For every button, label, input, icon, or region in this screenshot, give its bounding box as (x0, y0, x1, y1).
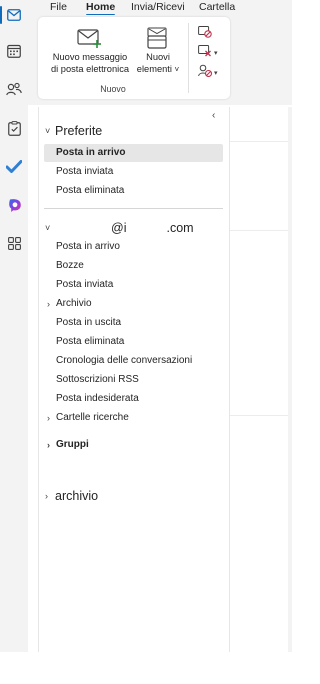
folder-label: Cronologia delle conversazioni (56, 355, 193, 366)
archive-account-header[interactable]: › archivio (45, 489, 98, 503)
new-email-label-1: Nuovo messaggio (52, 52, 128, 62)
new-items-button[interactable]: Nuovi elementi ˅ (136, 23, 180, 76)
new-email-label-2: di posta elettronica (50, 64, 130, 74)
junk-button[interactable]: ▾ (198, 64, 218, 82)
chevron-down-icon: ˅ (45, 223, 51, 233)
folder-label: Archivio (56, 298, 92, 309)
ribbon-group-new-label: Nuovo (100, 84, 126, 94)
new-items-icon (136, 23, 180, 49)
todo-icon[interactable] (0, 153, 28, 179)
ribbon-separator (188, 23, 189, 93)
apps-icon[interactable] (0, 230, 28, 256)
new-mail-icon (48, 23, 132, 49)
groups-label: Gruppi (56, 439, 89, 450)
chevron-right-icon[interactable]: › (47, 295, 50, 313)
junk-icon (198, 64, 213, 82)
folder-label: Posta eliminata (56, 336, 125, 347)
ignore-button[interactable] (198, 25, 212, 43)
ignore-icon (198, 25, 212, 43)
favorites-inbox[interactable]: Posta in arrivo (44, 144, 223, 162)
folder-label: Posta in arrivo (56, 241, 120, 252)
cleanup-icon (198, 44, 212, 62)
people-icon[interactable] (0, 76, 28, 102)
right-edge (288, 107, 292, 652)
message-list-area (230, 107, 292, 652)
tab-folder[interactable]: Cartella (199, 1, 235, 14)
folder-rss[interactable]: Sottoscrizioni RSS (44, 371, 223, 389)
chevron-right-icon: › (45, 491, 48, 501)
chevron-down-icon: ˅ (45, 126, 51, 136)
account-header[interactable]: ˅ @i .com (45, 221, 194, 235)
junk-chevron-down-icon: ▾ (214, 70, 218, 77)
mail-icon[interactable] (0, 2, 28, 28)
tasks-icon[interactable] (0, 115, 28, 141)
chevron-right-icon[interactable]: › (47, 409, 50, 427)
collapse-pane-icon[interactable]: ‹ (212, 110, 215, 121)
calendar-icon[interactable] (0, 38, 28, 64)
new-email-button[interactable]: Nuovo messaggio di posta elettronica (48, 23, 132, 75)
tab-home[interactable]: Home (86, 1, 116, 16)
folder-label: Posta indesiderata (56, 393, 139, 404)
chevron-right-icon[interactable]: › (47, 436, 50, 454)
folder-label: Sottoscrizioni RSS (56, 374, 139, 385)
favorites-deleted[interactable]: Posta eliminata (44, 182, 223, 200)
new-items-label-2: elementi (136, 64, 172, 74)
new-items-label-2-wrap: elementi ˅ (136, 63, 180, 76)
folder-label: Cartelle ricerche (56, 412, 129, 423)
redacted-text (126, 222, 167, 234)
favorites-label: Preferite (55, 124, 103, 138)
favorites-header[interactable]: ˅ Preferite (45, 124, 102, 138)
folder-search-folders[interactable]: › Cartelle ricerche (44, 409, 223, 427)
folder-inbox[interactable]: Posta in arrivo (44, 238, 223, 256)
cleanup-button[interactable]: ▾ (198, 44, 218, 62)
ribbon: Nuovo messaggio di posta elettronica Nuo… (38, 17, 230, 99)
right-divider-1 (230, 141, 292, 142)
folder-label: Posta in uscita (56, 317, 122, 328)
folder-conversation-history[interactable]: Cronologia delle conversazioni (44, 352, 223, 370)
archive-account-label: archivio (55, 489, 99, 503)
chevron-down-icon: ˅ (174, 65, 180, 74)
folder-archive[interactable]: › Archivio (44, 295, 223, 313)
bottom-blank (0, 652, 292, 684)
tab-send-receive[interactable]: Invia/Ricevi (131, 1, 185, 14)
groups-header[interactable]: › Gruppi (44, 436, 223, 454)
folder-label: Posta inviata (56, 279, 114, 290)
account-label-middle: @i (111, 221, 127, 235)
right-divider-3 (230, 415, 292, 416)
cleanup-chevron-down-icon: ▾ (214, 50, 218, 57)
account-label-suffix: .com (166, 221, 194, 235)
redacted-text (55, 222, 111, 234)
favorites-sent[interactable]: Posta inviata (44, 163, 223, 181)
right-divider-2 (230, 230, 292, 231)
folder-pane: ‹ ˅ Preferite Posta in arrivo Posta invi… (38, 107, 230, 652)
app-rail (0, 0, 28, 652)
section-divider (44, 208, 223, 209)
folder-junk[interactable]: Posta indesiderata (44, 390, 223, 408)
folder-outbox[interactable]: Posta in uscita (44, 314, 223, 332)
folder-deleted[interactable]: Posta eliminata (44, 333, 223, 351)
folder-drafts[interactable]: Bozze (44, 257, 223, 275)
menu-bar: File Home Invia/Ricevi Cartella (28, 0, 292, 16)
copilot-icon[interactable] (0, 192, 28, 218)
new-items-label-1: Nuovi (146, 52, 170, 62)
folder-sent[interactable]: Posta inviata (44, 276, 223, 294)
folder-label: Bozze (56, 260, 84, 271)
tab-file[interactable]: File (50, 1, 67, 14)
